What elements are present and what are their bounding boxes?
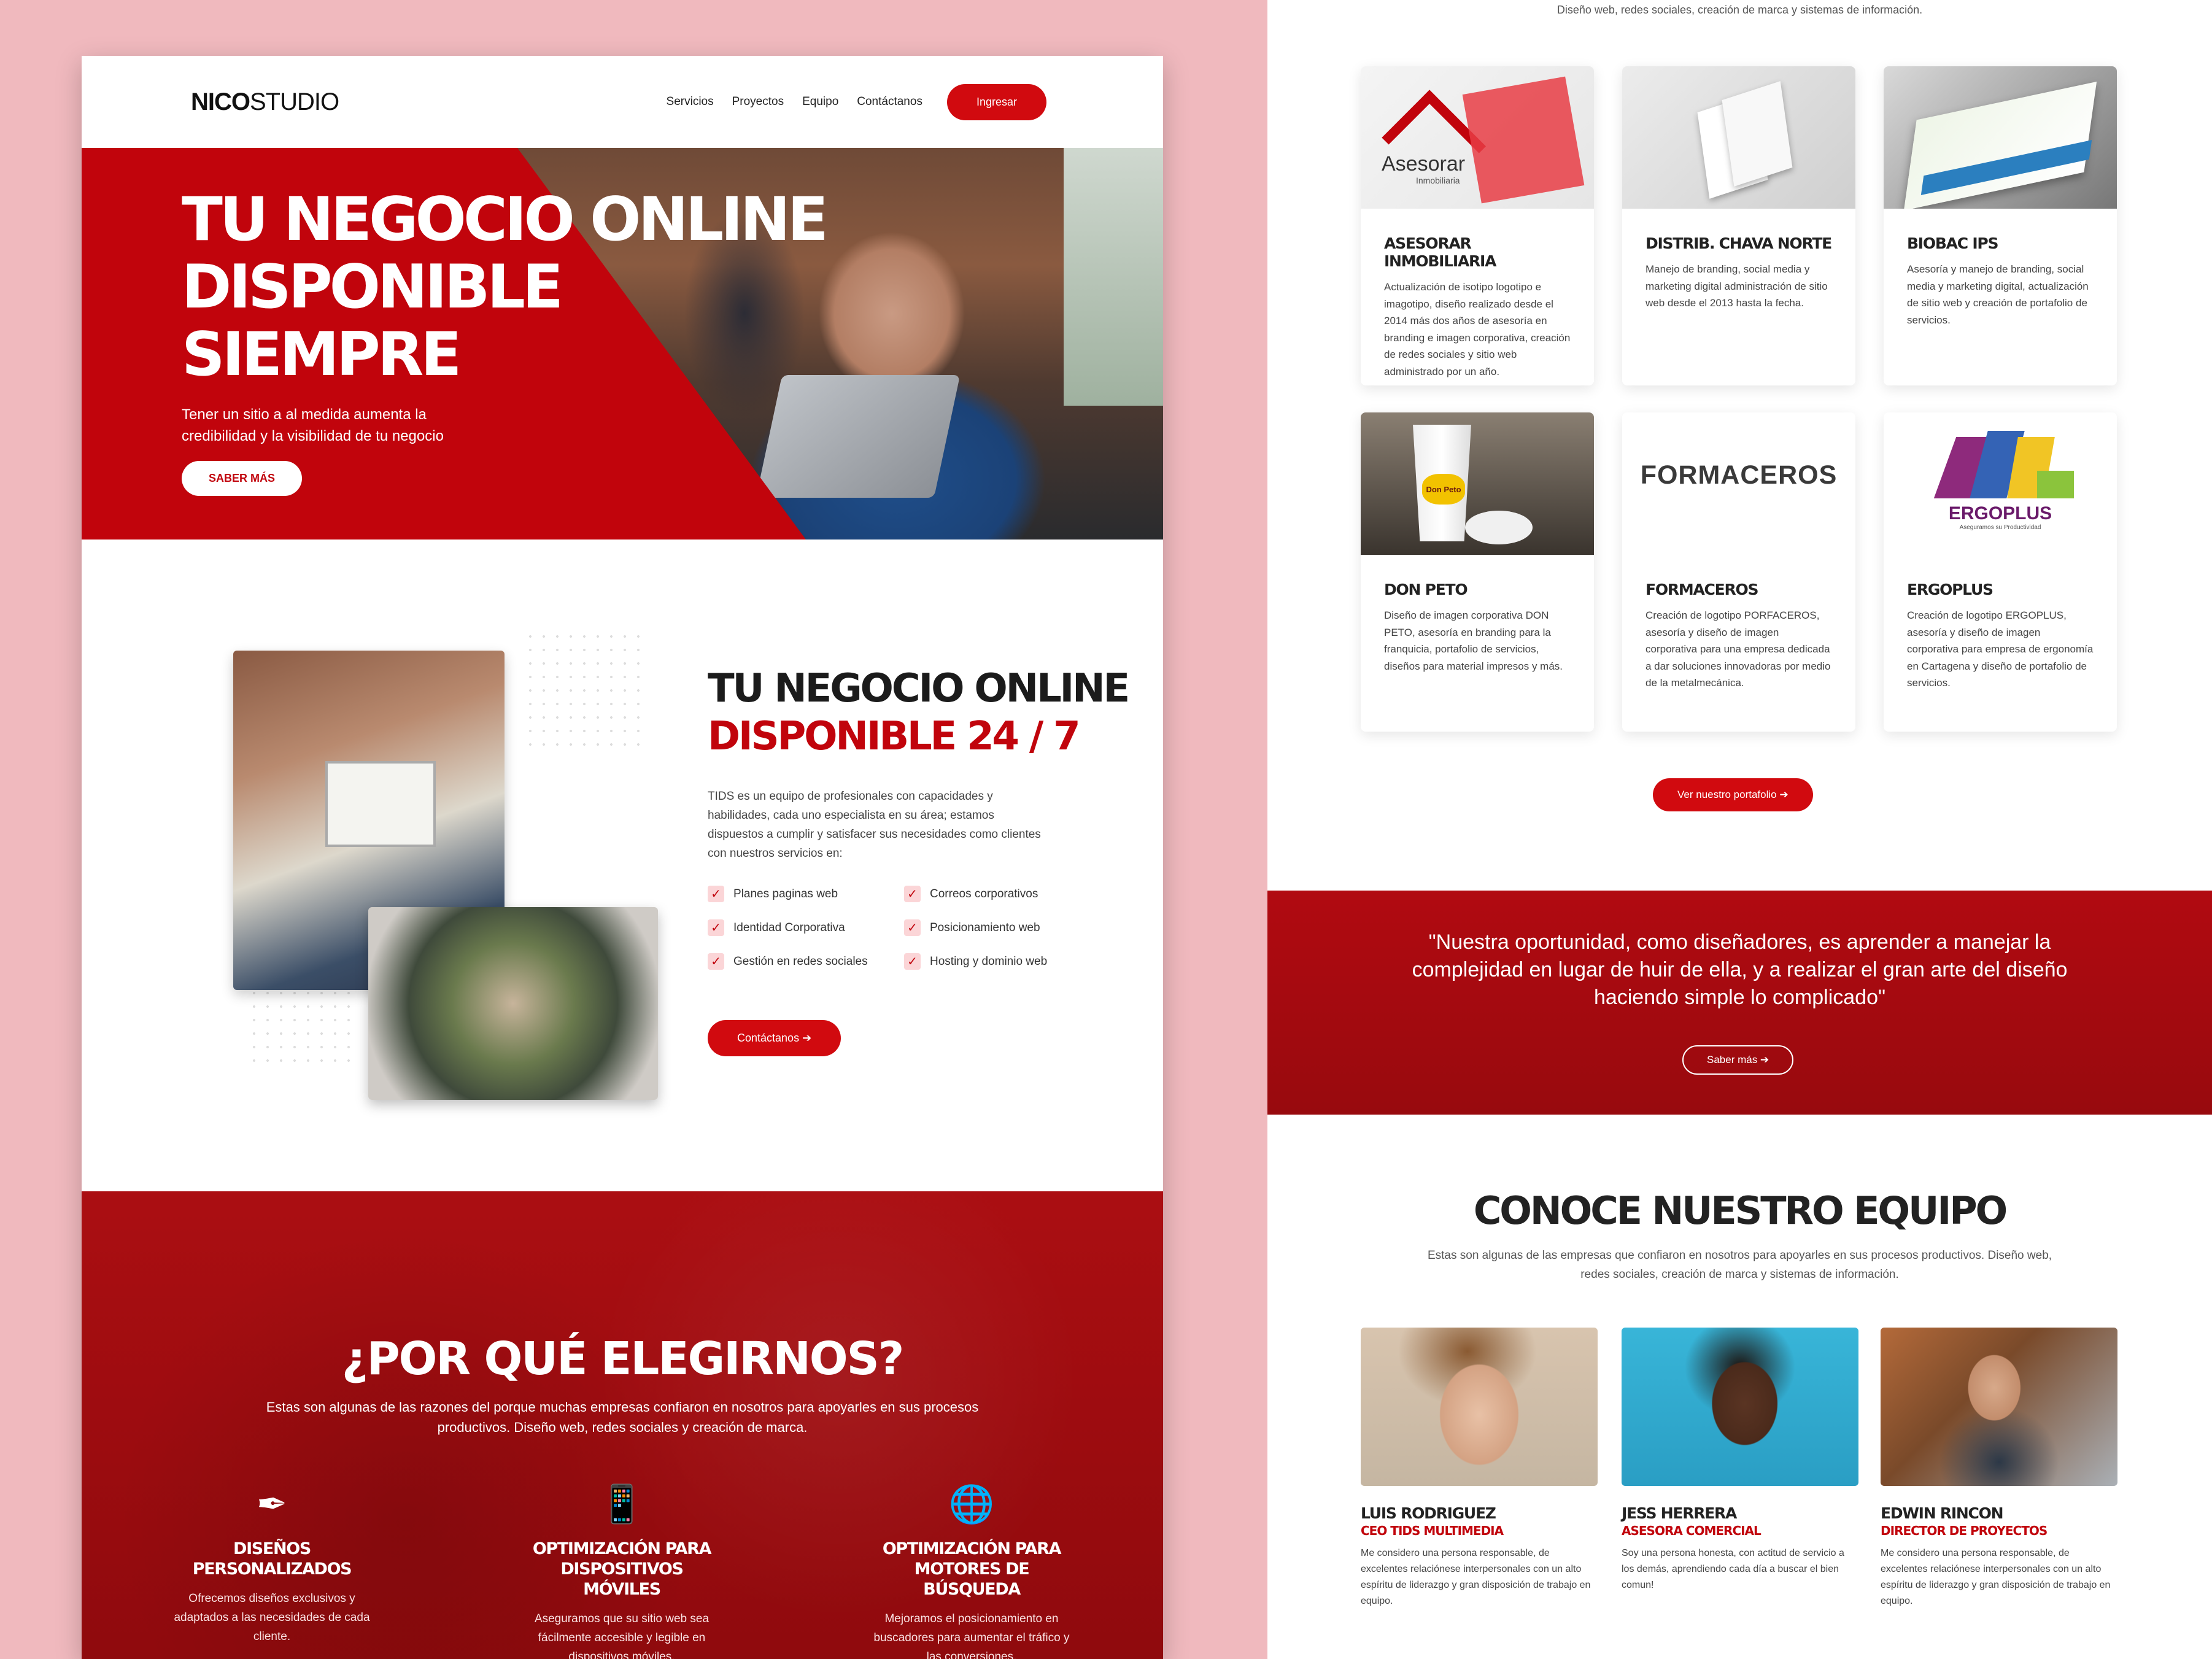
team-member-card: EDWIN RINCON DIRECTOR DE PROYECTOS Me co… [1881,1328,2117,1609]
project-image: FORMACEROS [1622,412,1855,555]
project-image [1884,66,2117,209]
section-subtitle: Diseño web, redes sociales, creación de … [1557,4,1923,16]
project-image: Asesorar Inmobiliaria [1361,66,1594,209]
project-image: Don Peto [1361,412,1594,555]
landing-page-right: Diseño web, redes sociales, creación de … [1267,0,2212,1659]
avatar [1361,1328,1598,1486]
avatar [1622,1328,1858,1486]
nav-item-equipo[interactable]: Equipo [802,95,838,109]
project-image: ERGOPLUS Aseguramos su Productividad [1884,412,2117,555]
team-member-card: LUIS RODRIGUEZ CEO TIDS MULTIMEDIA Me co… [1361,1328,1598,1609]
project-image [1622,66,1855,209]
team-title: CONOCE NUESTRO EQUIPO [1473,1188,2008,1233]
project-card[interactable]: DISTRIB. CHAVA NORTE Manejo de branding,… [1622,66,1855,385]
hero-window-bg [1064,148,1163,406]
contact-button[interactable]: Contáctanos ➔ [708,1020,841,1056]
project-card[interactable]: FORMACEROS FORMACEROS Creación de logoti… [1622,412,1855,732]
nav-item-servicios[interactable]: Servicios [667,95,714,109]
view-portfolio-button[interactable]: Ver nuestro portafolio ➔ [1653,778,1813,811]
quote-more-button[interactable]: Saber más ➔ [1682,1045,1794,1075]
main-nav: Servicios Proyectos Equipo Contáctanos I… [667,83,1046,120]
quote-banner: "Nuestra oportunidad, como diseñadores, … [1267,891,2212,1115]
nav-item-proyectos[interactable]: Proyectos [732,95,784,109]
login-button[interactable]: Ingresar [946,83,1046,120]
hero-cta-button[interactable]: SABER MÁS [182,461,303,496]
project-card[interactable]: Asesorar Inmobiliaria ASESORAR INMOBILIA… [1361,66,1594,385]
hero-text: Tener un sitio a al medida aumenta la cr… [182,406,444,444]
site-header: NICOSTUDIO Servicios Proyectos Equipo Co… [82,56,1163,148]
project-card[interactable]: Don Peto DON PETO Diseño de imagen corpo… [1361,412,1594,732]
hero-laptop [756,375,961,498]
project-card[interactable]: BIOBAC IPS Asesoría y manejo de branding… [1884,66,2117,385]
project-card[interactable]: ERGOPLUS Aseguramos su Productividad ERG… [1884,412,2117,732]
hero-title: TU NEGOCIO ONLINE DISPONIBLE SIEMPRE [182,185,829,390]
quote-text: "Nuestra oportunidad, como diseñadores, … [1412,930,2068,1009]
team-text: Estas son algunas de las empresas que co… [1427,1249,2052,1281]
nav-item-contactanos[interactable]: Contáctanos [857,95,922,109]
hero-banner: TU NEGOCIO ONLINE DISPONIBLE SIEMPRE Ten… [82,148,1163,539]
avatar [1881,1328,2117,1486]
landing-page-left: NICOSTUDIO Servicios Proyectos Equipo Co… [82,56,1163,1659]
site-logo[interactable]: NICOSTUDIO [191,88,339,116]
team-member-card: JESS HERRERA ASESORA COMERCIAL Soy una p… [1622,1328,1858,1593]
portfolio-grid: Asesorar Inmobiliaria ASESORAR INMOBILIA… [1361,66,2117,732]
